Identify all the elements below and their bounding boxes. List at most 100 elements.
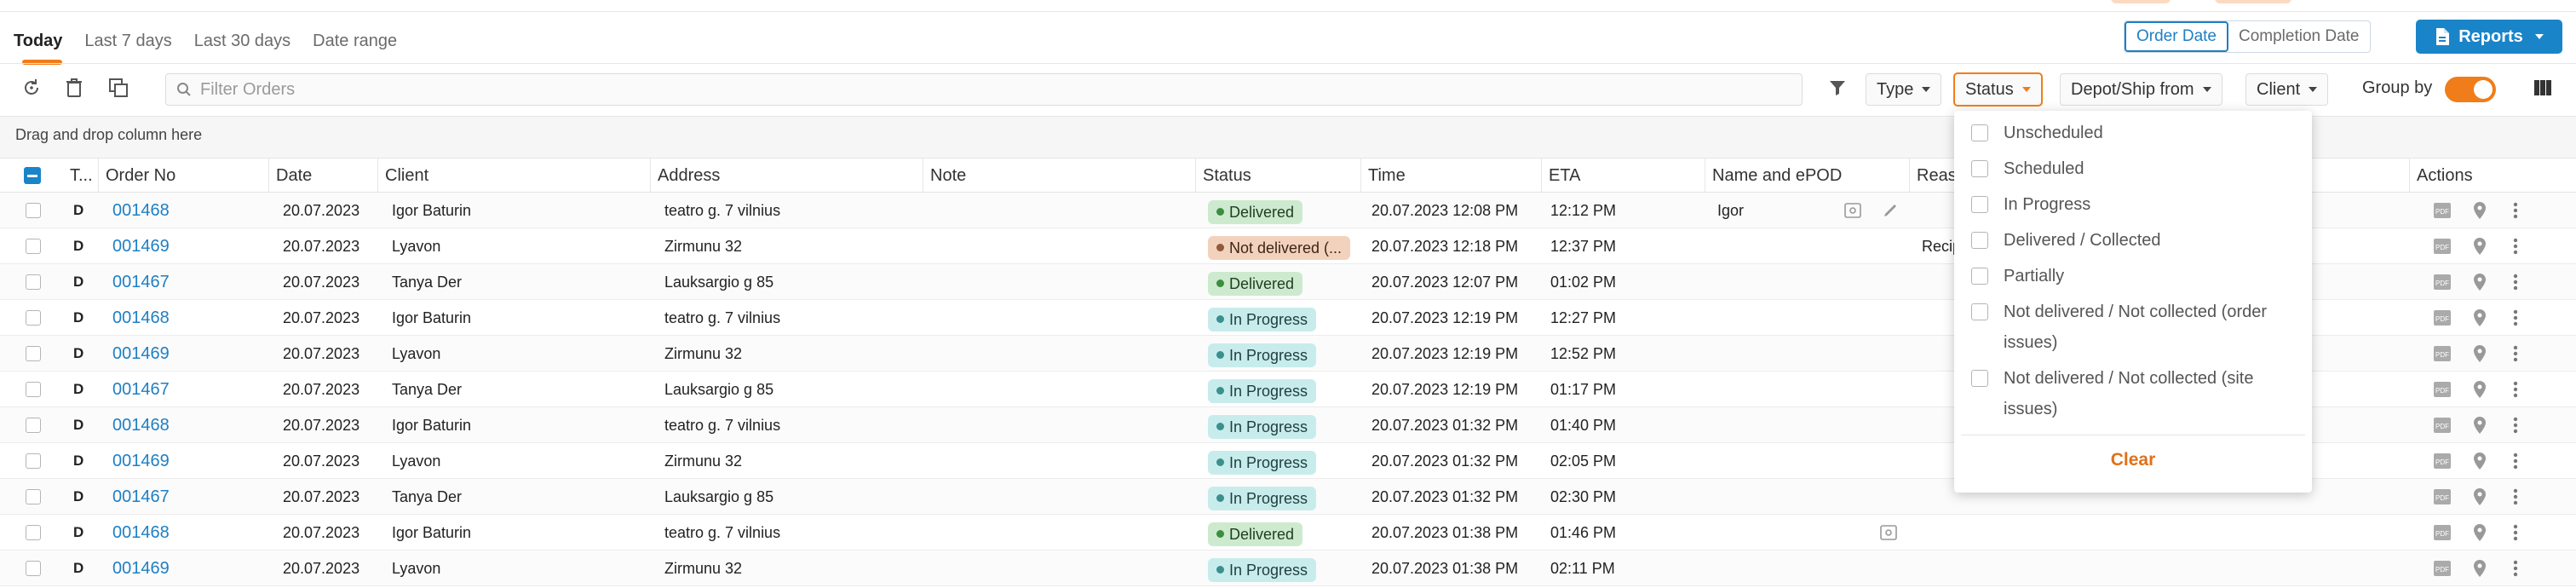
- pdf-icon[interactable]: PDF: [2433, 237, 2452, 256]
- column-header-status[interactable]: Status: [1196, 159, 1361, 193]
- table-row[interactable]: D 001468 20.07.2023 Igor Baturin teatro g. 7…: [0, 515, 2576, 551]
- column-header-eta[interactable]: ETA: [1542, 159, 1705, 193]
- row-checkbox[interactable]: [26, 203, 41, 218]
- column-header-time[interactable]: Time: [1361, 159, 1542, 193]
- order-number-link[interactable]: 001468: [112, 300, 170, 336]
- filter-icon[interactable]: [1825, 75, 1850, 101]
- order-number-link[interactable]: 001467: [112, 372, 170, 407]
- map-pin-icon[interactable]: [2470, 380, 2489, 399]
- option-checkbox[interactable]: [1971, 370, 1988, 387]
- column-header-note[interactable]: Note: [923, 159, 1196, 193]
- row-checkbox[interactable]: [26, 525, 41, 540]
- option-checkbox[interactable]: [1971, 124, 1988, 141]
- column-header-type[interactable]: T...: [63, 159, 99, 193]
- row-checkbox[interactable]: [26, 418, 41, 433]
- signature-icon[interactable]: [1881, 201, 1900, 220]
- status-option-scheduled[interactable]: Scheduled: [1971, 153, 2298, 184]
- row-checkbox[interactable]: [26, 239, 41, 254]
- more-vertical-icon[interactable]: [2506, 416, 2525, 435]
- option-checkbox[interactable]: [1971, 196, 1988, 213]
- more-vertical-icon[interactable]: [2506, 487, 2525, 506]
- column-header-address[interactable]: Address: [651, 159, 923, 193]
- row-checkbox[interactable]: [26, 561, 41, 576]
- order-number-link[interactable]: 001469: [112, 228, 170, 264]
- order-number-link[interactable]: 001468: [112, 407, 170, 443]
- more-vertical-icon[interactable]: [2506, 523, 2525, 542]
- select-all-checkbox[interactable]: [24, 167, 41, 184]
- row-checkbox[interactable]: [26, 382, 41, 397]
- refresh-icon[interactable]: [19, 75, 44, 101]
- row-checkbox[interactable]: [26, 274, 41, 290]
- map-pin-icon[interactable]: [2470, 487, 2489, 506]
- client-filter[interactable]: Client: [2245, 73, 2329, 106]
- photo-icon[interactable]: [1843, 201, 1862, 220]
- column-header-name-epod[interactable]: Name and ePOD: [1705, 159, 1910, 193]
- map-pin-icon[interactable]: [2470, 308, 2489, 327]
- columns-icon[interactable]: [2530, 75, 2556, 101]
- option-checkbox[interactable]: [1971, 268, 1988, 285]
- pdf-icon[interactable]: PDF: [2433, 380, 2452, 399]
- pdf-icon[interactable]: PDF: [2433, 344, 2452, 363]
- more-vertical-icon[interactable]: [2506, 559, 2525, 578]
- status-option-in-progress[interactable]: In Progress: [1971, 189, 2298, 220]
- order-number-link[interactable]: 001467: [112, 264, 170, 300]
- more-vertical-icon[interactable]: [2506, 344, 2525, 363]
- column-header-reason[interactable]: Reas: [1910, 159, 1961, 193]
- completion-date-button[interactable]: Completion Date: [2228, 21, 2370, 52]
- type-filter[interactable]: Type: [1866, 73, 1942, 106]
- status-option-partially[interactable]: Partially: [1971, 261, 2298, 291]
- pdf-icon[interactable]: PDF: [2433, 523, 2452, 542]
- option-checkbox[interactable]: [1971, 232, 1988, 249]
- pdf-icon[interactable]: PDF: [2433, 452, 2452, 470]
- column-header-client[interactable]: Client: [378, 159, 651, 193]
- row-checkbox[interactable]: [26, 346, 41, 361]
- option-checkbox[interactable]: [1971, 160, 1988, 177]
- pdf-icon[interactable]: PDF: [2433, 416, 2452, 435]
- map-pin-icon[interactable]: [2470, 452, 2489, 470]
- status-filter[interactable]: Status: [1954, 73, 2042, 106]
- row-checkbox[interactable]: [26, 310, 41, 326]
- pdf-icon[interactable]: PDF: [2433, 201, 2452, 220]
- group-by-toggle[interactable]: [2445, 77, 2496, 102]
- table-row[interactable]: D 001469 20.07.2023 Lyavon Zirmunu 32 In Prog…: [0, 551, 2576, 586]
- column-header-order-no[interactable]: Order No: [99, 159, 269, 193]
- map-pin-icon[interactable]: [2470, 273, 2489, 291]
- photo-icon[interactable]: [1879, 523, 1898, 542]
- clear-button[interactable]: Clear: [1954, 445, 2312, 476]
- order-number-link[interactable]: 001468: [112, 515, 170, 551]
- map-pin-icon[interactable]: [2470, 344, 2489, 363]
- option-checkbox[interactable]: [1971, 303, 1988, 320]
- row-checkbox[interactable]: [26, 489, 41, 504]
- pdf-icon[interactable]: PDF: [2433, 273, 2452, 291]
- more-vertical-icon[interactable]: [2506, 201, 2525, 220]
- tab-last-30-days[interactable]: Last 30 days: [194, 26, 290, 56]
- tab-today[interactable]: Today: [14, 26, 63, 65]
- order-number-link[interactable]: 001469: [112, 336, 170, 372]
- order-number-link[interactable]: 001469: [112, 443, 170, 479]
- tab-date-range[interactable]: Date range: [313, 26, 397, 56]
- pdf-icon[interactable]: PDF: [2433, 487, 2452, 506]
- more-vertical-icon[interactable]: [2506, 452, 2525, 470]
- more-vertical-icon[interactable]: [2506, 237, 2525, 256]
- order-date-button[interactable]: Order Date: [2125, 21, 2228, 52]
- copy-icon[interactable]: [106, 75, 131, 101]
- row-checkbox[interactable]: [26, 453, 41, 469]
- pdf-icon[interactable]: PDF: [2433, 559, 2452, 578]
- status-option-delivered-collected[interactable]: Delivered / Collected: [1971, 225, 2298, 256]
- pdf-icon[interactable]: PDF: [2433, 308, 2452, 327]
- depot-filter[interactable]: Depot/Ship from: [2060, 73, 2222, 106]
- map-pin-icon[interactable]: [2470, 237, 2489, 256]
- trash-icon[interactable]: [61, 75, 87, 101]
- order-number-link[interactable]: 001469: [112, 551, 170, 586]
- order-number-link[interactable]: 001467: [112, 479, 170, 515]
- more-vertical-icon[interactable]: [2506, 308, 2525, 327]
- map-pin-icon[interactable]: [2470, 201, 2489, 220]
- filter-orders-input[interactable]: [200, 79, 1734, 100]
- status-option-not-delivered-order[interactable]: Not delivered / Not collected (order iss…: [1971, 297, 2298, 358]
- tab-last-7-days[interactable]: Last 7 days: [84, 26, 171, 56]
- more-vertical-icon[interactable]: [2506, 380, 2525, 399]
- map-pin-icon[interactable]: [2470, 559, 2489, 578]
- status-option-unscheduled[interactable]: Unscheduled: [1971, 118, 2298, 148]
- map-pin-icon[interactable]: [2470, 416, 2489, 435]
- order-number-link[interactable]: 001468: [112, 193, 170, 228]
